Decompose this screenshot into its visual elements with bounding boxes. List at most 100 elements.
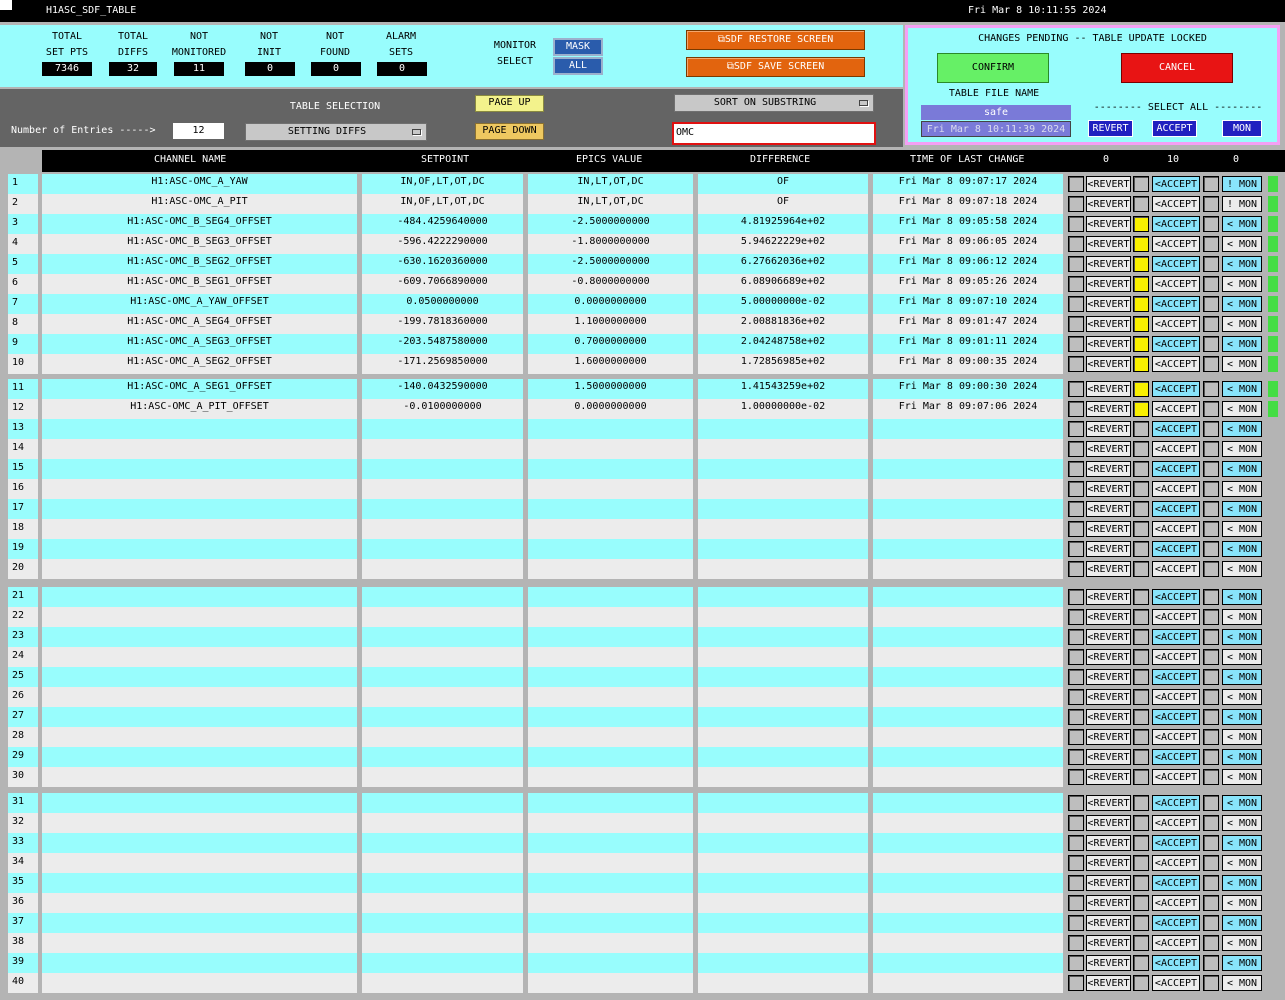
mon-button[interactable]: < MON [1222, 935, 1262, 951]
revert-button[interactable]: <REVERT [1086, 481, 1131, 497]
accept-checkbox[interactable] [1133, 256, 1149, 272]
accept-button[interactable]: <ACCEPT [1152, 316, 1200, 332]
revert-checkbox[interactable] [1068, 955, 1084, 971]
revert-checkbox[interactable] [1068, 875, 1084, 891]
revert-button[interactable]: <REVERT [1086, 316, 1131, 332]
revert-button[interactable]: <REVERT [1086, 975, 1131, 991]
accept-button[interactable]: <ACCEPT [1152, 955, 1200, 971]
accept-checkbox[interactable] [1133, 629, 1149, 645]
revert-checkbox[interactable] [1068, 855, 1084, 871]
accept-checkbox[interactable] [1133, 689, 1149, 705]
mon-checkbox[interactable] [1203, 276, 1219, 292]
revert-checkbox[interactable] [1068, 689, 1084, 705]
mon-button[interactable]: < MON [1222, 749, 1262, 765]
mon-button[interactable]: < MON [1222, 609, 1262, 625]
mon-checkbox[interactable] [1203, 649, 1219, 665]
revert-button[interactable]: <REVERT [1086, 895, 1131, 911]
revert-checkbox[interactable] [1068, 441, 1084, 457]
revert-checkbox[interactable] [1068, 749, 1084, 765]
accept-button[interactable]: <ACCEPT [1152, 276, 1200, 292]
accept-checkbox[interactable] [1133, 296, 1149, 312]
accept-checkbox[interactable] [1133, 815, 1149, 831]
sort-substring-menu[interactable]: SORT ON SUBSTRING [674, 94, 874, 112]
accept-button[interactable]: <ACCEPT [1152, 729, 1200, 745]
mon-checkbox[interactable] [1203, 296, 1219, 312]
mon-button[interactable]: < MON [1222, 729, 1262, 745]
revert-button[interactable]: <REVERT [1086, 935, 1131, 951]
accept-checkbox[interactable] [1133, 196, 1149, 212]
mon-checkbox[interactable] [1203, 669, 1219, 685]
window-menu-icon[interactable] [0, 0, 12, 10]
revert-checkbox[interactable] [1068, 589, 1084, 605]
revert-checkbox[interactable] [1068, 815, 1084, 831]
accept-checkbox[interactable] [1133, 589, 1149, 605]
mon-checkbox[interactable] [1203, 875, 1219, 891]
mon-button[interactable]: < MON [1222, 975, 1262, 991]
accept-button[interactable]: <ACCEPT [1152, 176, 1200, 192]
mon-checkbox[interactable] [1203, 689, 1219, 705]
revert-button[interactable]: <REVERT [1086, 401, 1131, 417]
mon-button[interactable]: < MON [1222, 561, 1262, 577]
accept-checkbox[interactable] [1133, 276, 1149, 292]
mon-all-button[interactable]: MON [1222, 120, 1262, 137]
revert-button[interactable]: <REVERT [1086, 875, 1131, 891]
accept-button[interactable]: <ACCEPT [1152, 561, 1200, 577]
mon-checkbox[interactable] [1203, 521, 1219, 537]
mon-button[interactable]: < MON [1222, 875, 1262, 891]
accept-button[interactable]: <ACCEPT [1152, 401, 1200, 417]
revert-checkbox[interactable] [1068, 276, 1084, 292]
mon-checkbox[interactable] [1203, 441, 1219, 457]
accept-button[interactable]: <ACCEPT [1152, 669, 1200, 685]
revert-checkbox[interactable] [1068, 401, 1084, 417]
mon-button[interactable]: < MON [1222, 481, 1262, 497]
revert-button[interactable]: <REVERT [1086, 501, 1131, 517]
revert-button[interactable]: <REVERT [1086, 915, 1131, 931]
revert-button[interactable]: <REVERT [1086, 356, 1131, 372]
revert-button[interactable]: <REVERT [1086, 381, 1131, 397]
mon-checkbox[interactable] [1203, 501, 1219, 517]
accept-checkbox[interactable] [1133, 381, 1149, 397]
mon-button[interactable]: < MON [1222, 815, 1262, 831]
accept-button[interactable]: <ACCEPT [1152, 441, 1200, 457]
mon-checkbox[interactable] [1203, 935, 1219, 951]
revert-checkbox[interactable] [1068, 381, 1084, 397]
accept-button[interactable]: <ACCEPT [1152, 709, 1200, 725]
accept-checkbox[interactable] [1133, 216, 1149, 232]
accept-checkbox[interactable] [1133, 401, 1149, 417]
mon-button[interactable]: < MON [1222, 649, 1262, 665]
mon-button[interactable]: < MON [1222, 276, 1262, 292]
mon-button[interactable]: < MON [1222, 501, 1262, 517]
accept-button[interactable]: <ACCEPT [1152, 296, 1200, 312]
accept-button[interactable]: <ACCEPT [1152, 461, 1200, 477]
accept-button[interactable]: <ACCEPT [1152, 589, 1200, 605]
revert-checkbox[interactable] [1068, 336, 1084, 352]
revert-checkbox[interactable] [1068, 356, 1084, 372]
accept-checkbox[interactable] [1133, 609, 1149, 625]
page-down-button[interactable]: PAGE DOWN [475, 123, 544, 140]
accept-button[interactable]: <ACCEPT [1152, 216, 1200, 232]
accept-checkbox[interactable] [1133, 749, 1149, 765]
cancel-button[interactable]: CANCEL [1121, 53, 1233, 83]
revert-button[interactable]: <REVERT [1086, 176, 1131, 192]
accept-button[interactable]: <ACCEPT [1152, 975, 1200, 991]
mon-checkbox[interactable] [1203, 336, 1219, 352]
accept-checkbox[interactable] [1133, 955, 1149, 971]
mon-checkbox[interactable] [1203, 541, 1219, 557]
mon-button[interactable]: < MON [1222, 441, 1262, 457]
revert-checkbox[interactable] [1068, 709, 1084, 725]
mon-button[interactable]: < MON [1222, 461, 1262, 477]
table-selection-menu[interactable]: SETTING DIFFS [245, 123, 427, 141]
mon-checkbox[interactable] [1203, 915, 1219, 931]
mon-button[interactable]: < MON [1222, 709, 1262, 725]
mon-checkbox[interactable] [1203, 421, 1219, 437]
mon-checkbox[interactable] [1203, 461, 1219, 477]
revert-button[interactable]: <REVERT [1086, 729, 1131, 745]
accept-button[interactable]: <ACCEPT [1152, 421, 1200, 437]
accept-checkbox[interactable] [1133, 769, 1149, 785]
mon-checkbox[interactable] [1203, 769, 1219, 785]
accept-checkbox[interactable] [1133, 561, 1149, 577]
revert-checkbox[interactable] [1068, 256, 1084, 272]
sdf-restore-screen-button[interactable]: ⧉SDF RESTORE SCREEN [686, 30, 865, 50]
mon-button[interactable]: < MON [1222, 915, 1262, 931]
mon-button[interactable]: < MON [1222, 356, 1262, 372]
